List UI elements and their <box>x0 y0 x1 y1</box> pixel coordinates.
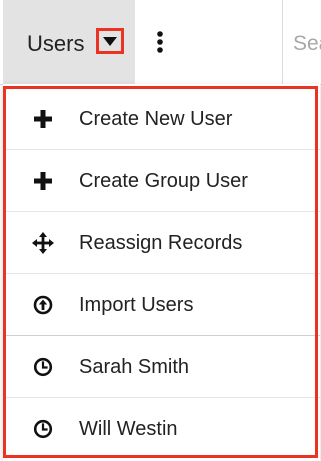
menu-item-label: Reassign Records <box>79 231 243 254</box>
search-input-partial[interactable]: Sea <box>293 30 321 58</box>
menu-item-create-new-user[interactable]: Create New User <box>3 88 320 149</box>
module-tab-label: Users <box>27 31 85 56</box>
menu-item-import-users[interactable]: Import Users <box>3 274 320 335</box>
menu-item-label: Create Group User <box>79 169 248 192</box>
search-placeholder: Sea <box>293 32 321 55</box>
menu-item-create-group-user[interactable]: Create Group User <box>3 150 320 211</box>
menu-item-label: Sarah Smith <box>79 355 190 378</box>
menu-item-label: Will Westin <box>79 417 178 440</box>
caret-down-icon <box>103 36 117 46</box>
upload-circle-icon <box>32 294 54 316</box>
plus-icon <box>32 170 54 192</box>
menu-item-label: Import Users <box>79 293 194 316</box>
module-menu-toggle-button[interactable] <box>96 28 124 54</box>
menu-item-label: Create New User <box>79 107 233 130</box>
menu-item-reassign-records[interactable]: Reassign Records <box>3 212 320 273</box>
menu-item-recent-will-westin[interactable]: Will Westin <box>3 398 320 459</box>
menu-item-recent-sarah-smith[interactable]: Sarah Smith <box>3 336 320 397</box>
clock-icon <box>32 356 54 378</box>
users-module-dropdown-menu: Create New User Create Group User Reassi… <box>3 84 320 461</box>
more-actions-button[interactable] <box>150 28 170 56</box>
top-nav-bar: Users Sea <box>0 0 321 85</box>
move-arrows-icon <box>32 231 54 254</box>
module-tab-users[interactable]: Users <box>3 0 135 84</box>
kebab-vertical-icon <box>157 31 163 53</box>
clock-icon <box>32 418 54 440</box>
nav-divider <box>282 0 283 84</box>
plus-icon <box>32 108 54 130</box>
page: Users Sea <box>0 0 321 461</box>
